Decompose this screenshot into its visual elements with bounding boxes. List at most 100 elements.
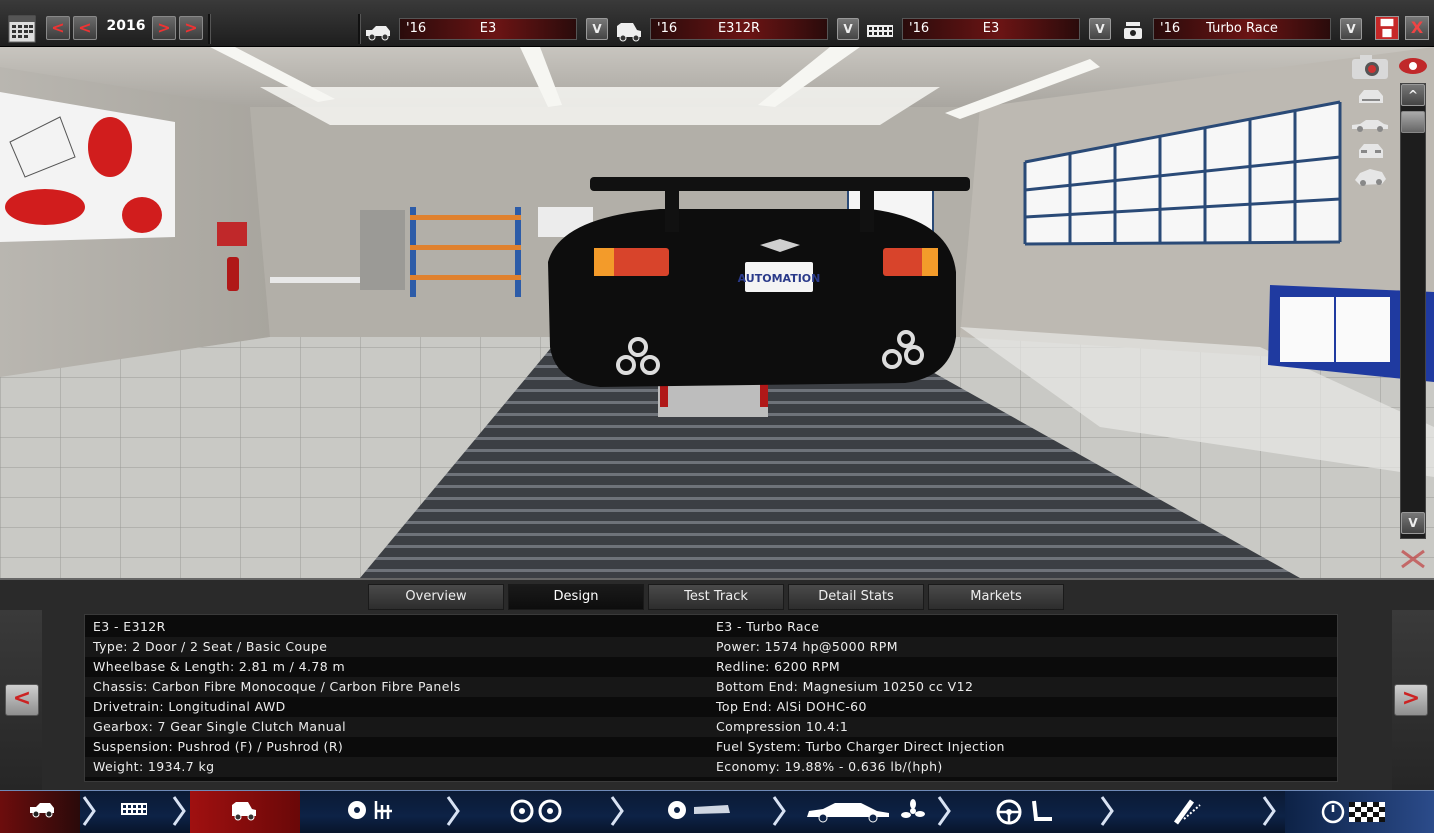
tab-detail-stats[interactable]: Detail Stats [788,584,924,610]
chevron-right-icon [772,796,786,826]
stats-table: E3 - E312R E3 - Turbo Race Type: 2 Door … [84,614,1338,782]
car-suspension: Suspension: Pushrod (F) / Pushrod (R) [93,739,344,754]
trim-selector[interactable]: '16 E312R [650,18,828,40]
model-name: E3 [479,21,497,36]
rear-view-icon[interactable] [1356,141,1386,161]
nav-step-wheels[interactable] [470,791,610,833]
chevron-right-icon [1262,796,1276,826]
zoom-up-button[interactable]: ^ [1401,84,1425,106]
body-aero-step-icon [668,801,730,819]
chevron-right-icon [172,796,186,826]
stats-row: Wheelbase & Length: 2.81 m / 4.78 m Redl… [85,657,1337,677]
engine-block-icon [867,25,893,37]
save-icon[interactable] [1375,16,1399,40]
car-gearbox: Gearbox: 7 Gear Single Clutch Manual [93,719,347,734]
nav-step-suspension[interactable] [1120,791,1260,833]
stats-row: Weight: 1934.7 kg Economy: 19.88% - 0.63… [85,757,1337,777]
close-button[interactable]: X [1405,16,1429,40]
trim-dropdown-button[interactable]: V [837,18,859,40]
tab-markets[interactable]: Markets [928,584,1064,610]
nav-step-interior[interactable] [960,791,1100,833]
suspension-step-icon [1173,799,1201,825]
fullscreen-toggle-icon[interactable] [1398,547,1428,571]
side-view-icon[interactable] [1350,117,1390,133]
front-view-icon[interactable] [1356,87,1386,107]
year-back-button[interactable]: < [73,16,97,40]
garage-scene: AUTOMATION [0,47,1434,578]
engine-economy: Economy: 19.88% - 0.636 lb/(hph) [716,759,943,774]
interior-step-icon [996,799,1052,825]
year-display: 2016 [106,18,146,34]
engine-title: E3 - Turbo Race [716,619,820,634]
garage-3d-viewport[interactable]: AUTOMATION ^ V [0,47,1434,578]
testing-step-icon [1321,800,1385,824]
stats-row: Drivetrain: Longitudinal AWD Top End: Al… [85,697,1337,717]
wheels-step-icon [510,799,562,823]
chevron-right-icon [937,796,951,826]
stats-row: Type: 2 Door / 2 Seat / Basic Coupe Powe… [85,637,1337,657]
camera-icon[interactable] [1350,53,1390,81]
car-type: Type: 2 Door / 2 Seat / Basic Coupe [93,639,328,654]
car-chassis: Chassis: Carbon Fibre Monocoque / Carbon… [93,679,461,694]
top-toolbar: < < 2016 > > '16 E3 V '16 E312R V '16 E3… [0,0,1434,47]
tab-design[interactable]: Design [508,584,644,610]
tab-overview[interactable]: Overview [368,584,504,610]
toolbar-divider [208,14,211,44]
engine-redline: Redline: 6200 RPM [716,659,841,674]
engine-variant-selector[interactable]: '16 Turbo Race [1153,18,1331,40]
toolbar-divider [358,14,361,44]
stats-row: Chassis: Carbon Fibre Monocoque / Carbon… [85,677,1337,697]
stats-row: Gearbox: 7 Gear Single Clutch Manual Com… [85,717,1337,737]
nav-step-chassis[interactable] [100,791,170,833]
design-steps-nav [0,790,1434,833]
trim-name: E312R [717,21,761,36]
eye-icon[interactable] [1398,57,1428,75]
car-trim-icon [617,23,641,42]
nav-step-body-aero[interactable] [630,791,770,833]
engine-fuel-system: Fuel System: Turbo Charger Direct Inject… [716,739,1005,754]
year-back-fast-button[interactable]: < [46,16,70,40]
nav-step-car-model[interactable] [0,791,80,833]
car-model-icon [366,26,390,41]
engine-family-dropdown-button[interactable]: V [1089,18,1111,40]
info-panel: Overview Design Test Track Detail Stats … [0,578,1434,792]
chevron-right-icon [1100,796,1114,826]
car-wheelbase-length: Wheelbase & Length: 2.81 m / 4.78 m [93,659,346,674]
engine-family-selector[interactable]: '16 E3 [902,18,1080,40]
engine-bottom-end: Bottom End: Magnesium 10250 cc V12 [716,679,974,694]
engine-top-end: Top End: AlSi DOHC-60 [716,699,867,714]
nav-step-trim[interactable] [190,791,300,833]
drivetrain-step-icon [348,801,392,819]
styling-step-icon [807,799,925,823]
engine-variant-icon [1124,22,1142,39]
zoom-slider-handle[interactable] [1401,111,1425,133]
model-dropdown-button[interactable]: V [586,18,608,40]
perspective-view-icon[interactable] [1352,165,1388,189]
engine-variant-name: Turbo Race [1206,21,1278,36]
nav-step-drivetrain[interactable] [330,791,440,833]
chevron-right-icon [446,796,460,826]
model-selector[interactable]: '16 E3 [399,18,577,40]
nav-step-styling[interactable] [795,791,935,833]
next-car-button[interactable]: > [1394,684,1428,716]
tab-test-track[interactable]: Test Track [648,584,784,610]
license-plate-text: AUTOMATION [738,272,821,285]
zoom-slider-track[interactable] [1400,83,1426,539]
car-weight: Weight: 1934.7 kg [93,759,215,774]
car-model-step-icon [30,803,54,818]
car-drivetrain: Drivetrain: Longitudinal AWD [93,699,286,714]
prev-car-button[interactable]: < [5,684,39,716]
year-forward-button[interactable]: > [152,16,176,40]
chassis-step-icon [121,803,147,815]
year-forward-fast-button[interactable]: > [179,16,203,40]
car-title: E3 - E312R [93,619,166,634]
zoom-down-button[interactable]: V [1401,512,1425,534]
stats-row: E3 - E312R E3 - Turbo Race [85,617,1337,637]
stats-row: Suspension: Pushrod (F) / Pushrod (R) Fu… [85,737,1337,757]
calendar-icon[interactable] [8,15,36,43]
engine-variant-dropdown-button[interactable]: V [1340,18,1362,40]
engine-family-name: E3 [982,21,1000,36]
chevron-right-icon [610,796,624,826]
trim-step-icon [232,802,256,821]
nav-step-testing[interactable] [1285,791,1434,833]
